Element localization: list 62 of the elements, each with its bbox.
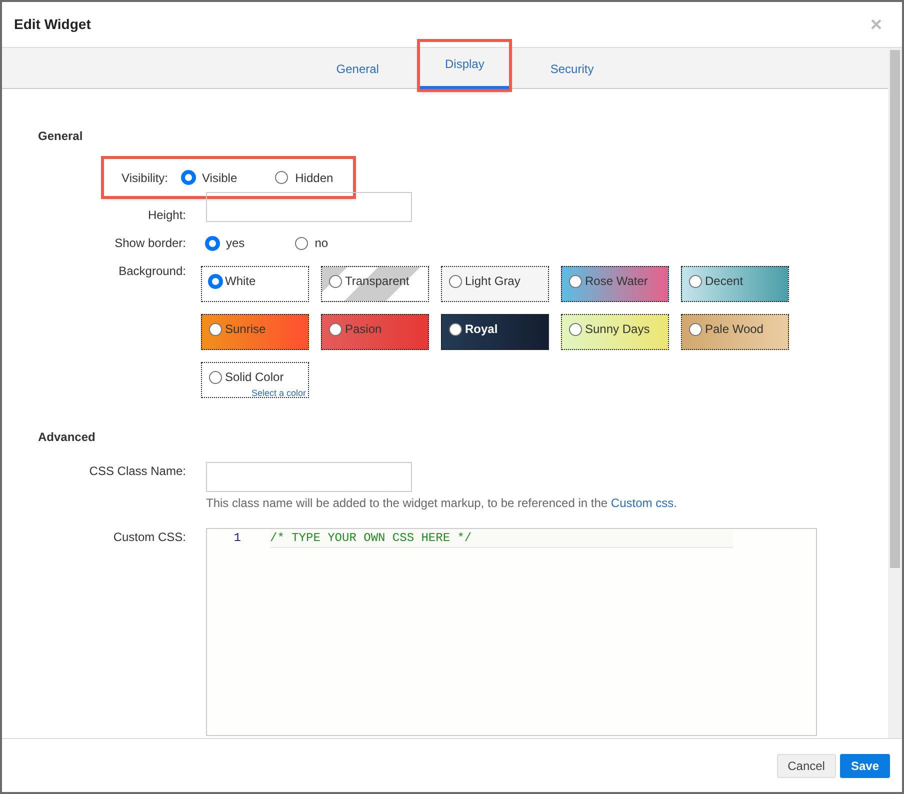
radio-button[interactable] bbox=[569, 274, 582, 288]
field-label: Height: bbox=[146, 207, 186, 224]
radio-button[interactable] bbox=[329, 322, 342, 336]
css-class-input[interactable] bbox=[206, 462, 412, 492]
background-swatch[interactable]: Royal bbox=[441, 314, 549, 350]
radio-label: yes bbox=[226, 235, 245, 252]
field-label: Show border: bbox=[114, 235, 186, 252]
radio-button[interactable] bbox=[206, 236, 219, 250]
help-text: This class name will be added to the widget markup, to be referenced in the Custom css. bbox=[206, 495, 677, 512]
background-swatch[interactable]: Pale Wood bbox=[681, 314, 789, 350]
field-label: Background: bbox=[118, 263, 186, 280]
swatch-label: Light Gray bbox=[465, 273, 520, 290]
tab[interactable]: General bbox=[311, 48, 404, 89]
radio-label: Hidden bbox=[295, 170, 334, 186]
background-swatch[interactable]: Transparent bbox=[321, 266, 429, 302]
radio-button[interactable] bbox=[689, 274, 702, 288]
background-swatch[interactable]: Decent bbox=[681, 266, 789, 302]
radio-button[interactable] bbox=[449, 274, 462, 288]
background-swatch[interactable]: Solid Color Select a color bbox=[201, 362, 309, 398]
line-number: 1 bbox=[232, 530, 242, 547]
custom-css-link[interactable]: Custom css bbox=[610, 496, 674, 510]
swatch-label: Pale Wood bbox=[705, 321, 764, 338]
section-heading: General bbox=[38, 128, 84, 145]
field-label: Custom CSS: bbox=[112, 529, 186, 546]
radio-label: Visible bbox=[202, 170, 238, 186]
field-label: CSS Class Name: bbox=[88, 463, 186, 480]
swatch-label: Decent bbox=[705, 273, 744, 290]
save-button[interactable]: Save bbox=[840, 754, 890, 778]
radio-button[interactable] bbox=[275, 171, 288, 184]
field-label: Visibility: bbox=[120, 170, 168, 186]
swatch-label: Sunrise bbox=[225, 321, 266, 338]
swatch-label: Solid Color bbox=[225, 369, 284, 386]
radio-button[interactable] bbox=[329, 274, 342, 288]
tab[interactable]: Security bbox=[525, 48, 619, 89]
radio-button[interactable] bbox=[449, 322, 462, 336]
swatch-label: Rose Water bbox=[585, 273, 648, 290]
background-swatch[interactable]: Light Gray bbox=[441, 266, 549, 302]
dialog-title: Edit Widget bbox=[14, 15, 91, 34]
scrollbar[interactable] bbox=[888, 48, 902, 738]
radio-button[interactable] bbox=[569, 322, 582, 336]
radio-button[interactable] bbox=[209, 322, 222, 336]
code-editor[interactable]: 1 /* TYPE YOUR OWN CSS HERE */ bbox=[206, 528, 817, 736]
background-swatch[interactable]: White bbox=[201, 266, 309, 302]
swatch-label: White bbox=[225, 273, 256, 290]
radio-button[interactable] bbox=[209, 370, 222, 384]
radio-button[interactable] bbox=[294, 236, 308, 250]
swatch-label: Pasion bbox=[345, 321, 382, 338]
tab[interactable]: Display bbox=[420, 42, 510, 89]
radio-label: no bbox=[314, 235, 328, 252]
height-input[interactable] bbox=[206, 192, 412, 222]
swatch-label: Sunny Days bbox=[585, 321, 650, 338]
background-swatch[interactable]: Sunny Days bbox=[561, 314, 669, 350]
background-swatch[interactable]: Rose Water bbox=[561, 266, 669, 302]
radio-button[interactable] bbox=[209, 274, 222, 288]
background-swatch[interactable]: Sunrise bbox=[201, 314, 309, 350]
swatch-label: Transparent bbox=[345, 273, 410, 290]
section-heading: Advanced bbox=[38, 429, 96, 446]
radio-button[interactable] bbox=[182, 171, 195, 184]
select-color-link[interactable]: Select a color bbox=[251, 387, 306, 400]
radio-button[interactable] bbox=[689, 322, 702, 336]
swatch-label: Royal bbox=[465, 321, 498, 338]
cancel-button[interactable]: Cancel bbox=[776, 754, 836, 778]
